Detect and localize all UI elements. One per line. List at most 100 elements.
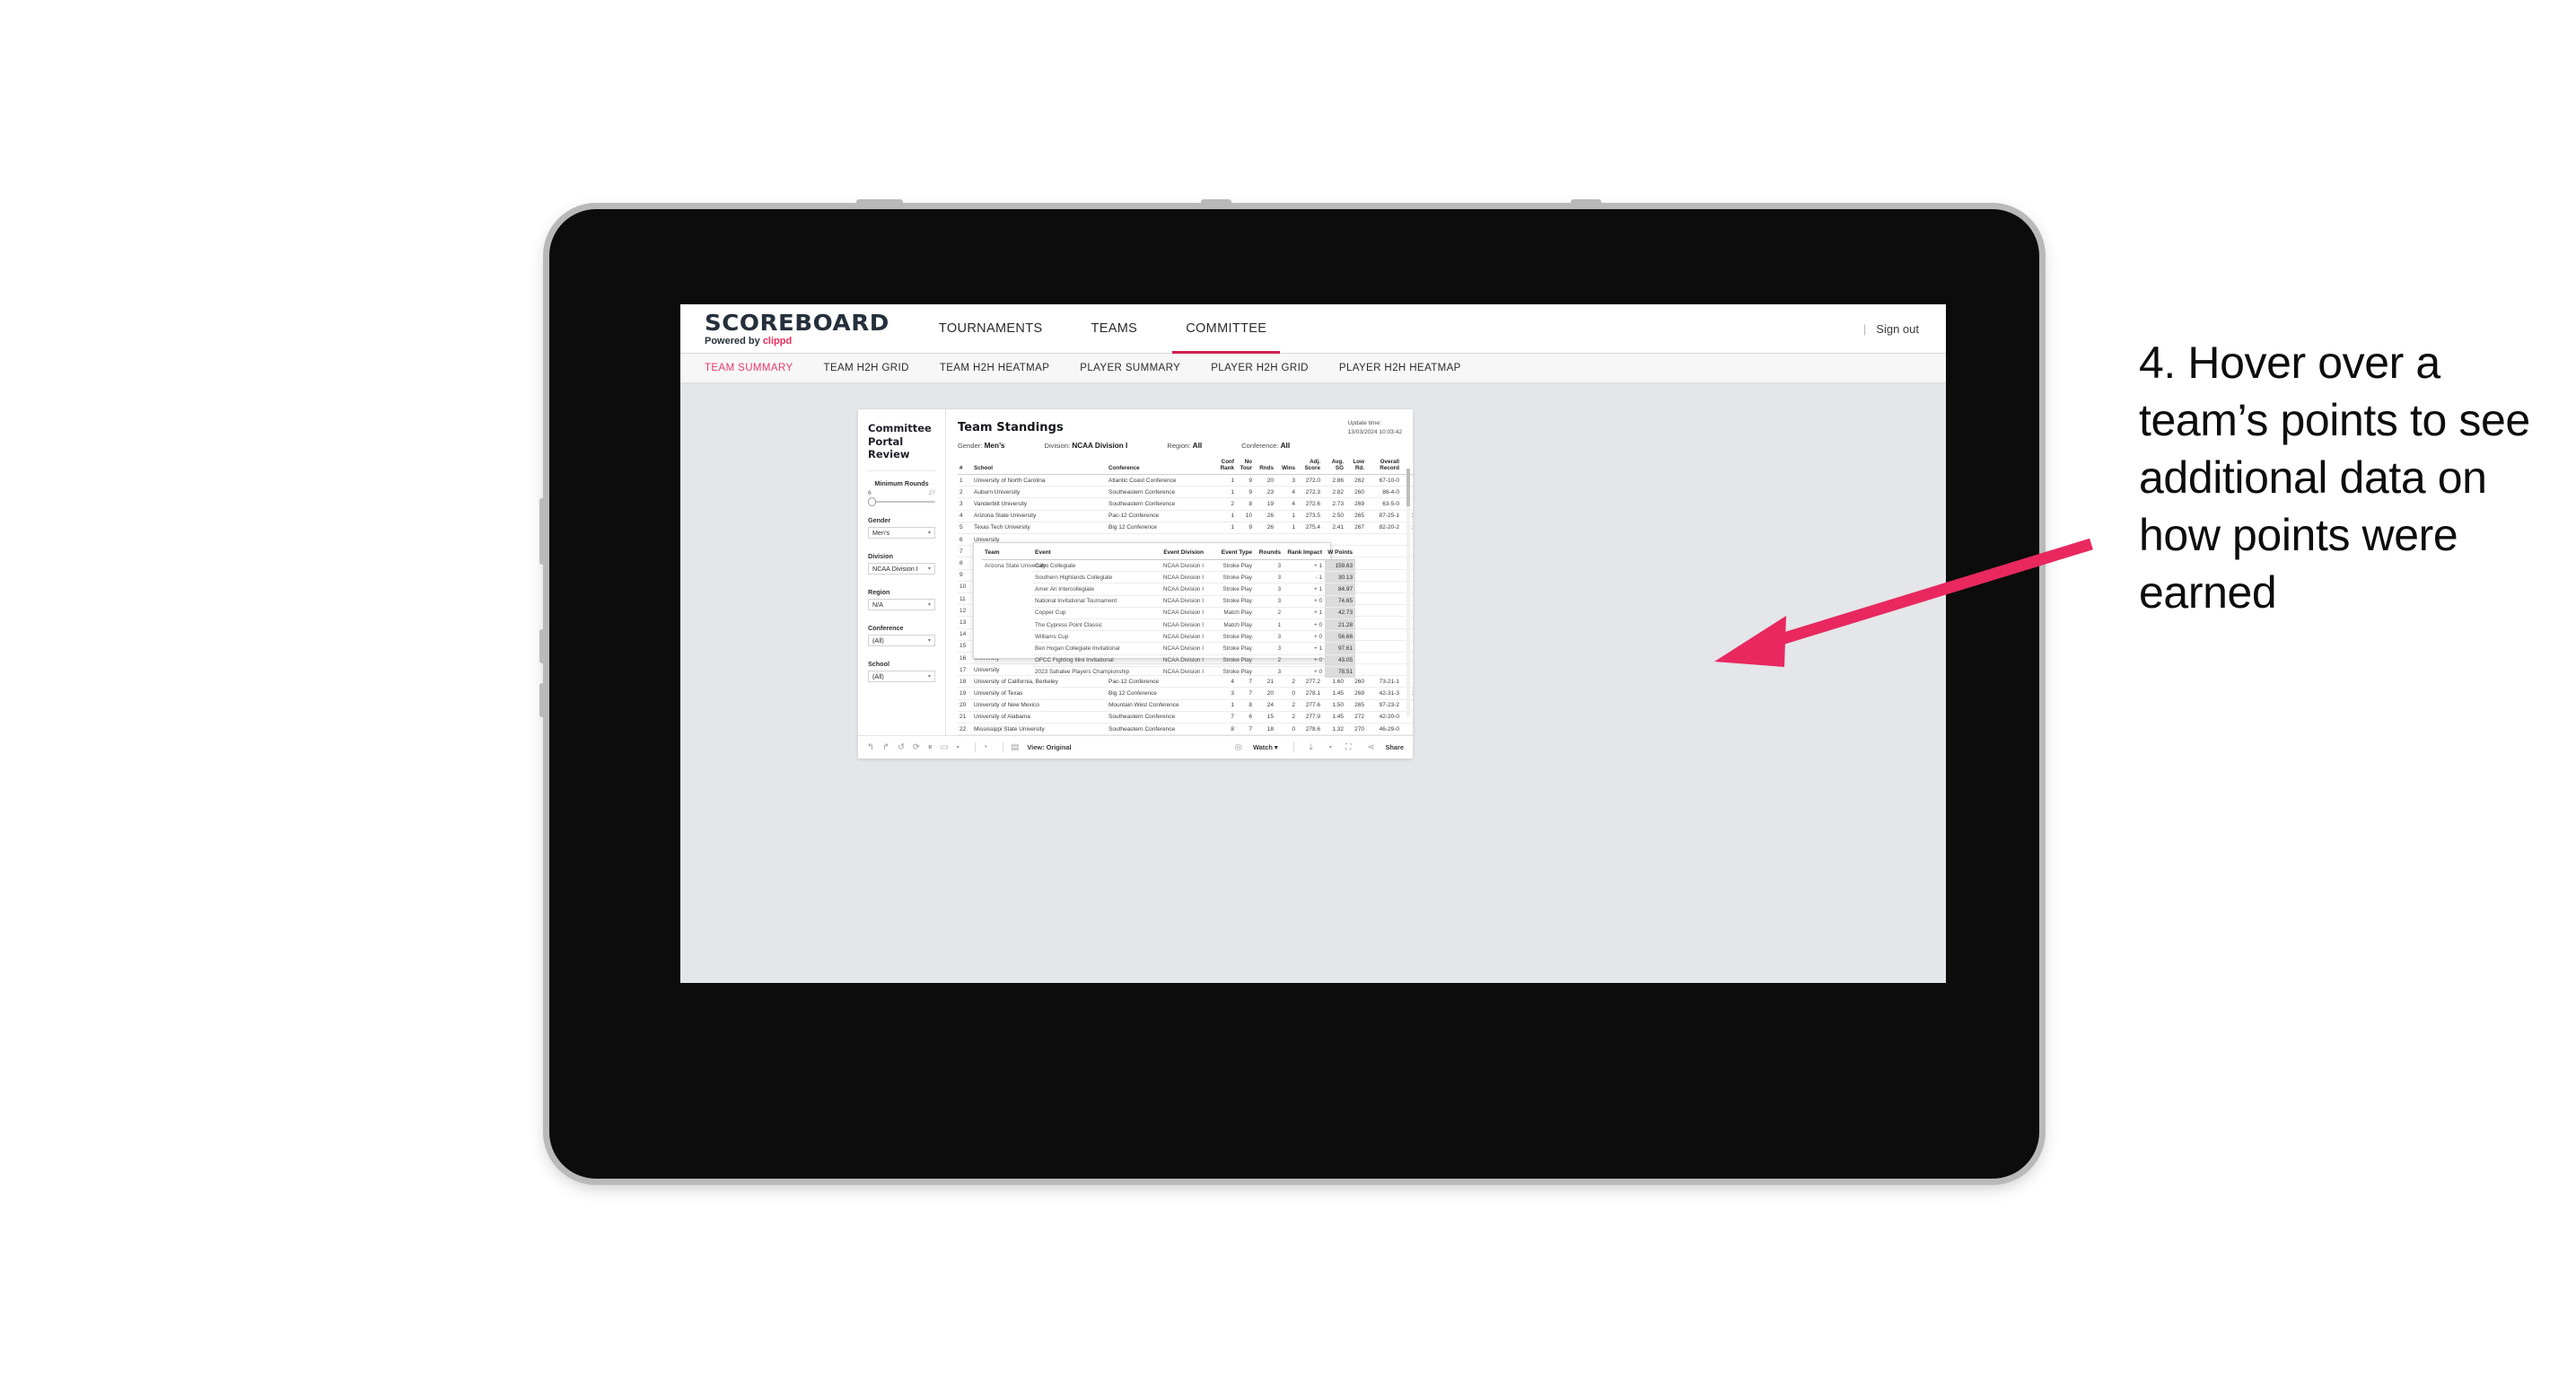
table-row[interactable]: 20 University of New Mexico Mountain West …	[958, 699, 1413, 712]
table-header-wins[interactable]: Wins	[1275, 459, 1297, 476]
table-header-adj-score[interactable]: Adj. Score	[1297, 459, 1322, 476]
tab-player-summary[interactable]: PLAYER SUMMARY	[1080, 363, 1180, 373]
table-cell[interactable]: 9	[1236, 486, 1254, 499]
table-cell[interactable]	[1366, 592, 1401, 606]
table-row[interactable]: 5 Texas Tech University Big 12 Conference 1…	[958, 522, 1413, 535]
table-cell[interactable]: 20	[1254, 474, 1275, 487]
table-cell[interactable]: Atlantic Coast Conference	[1107, 474, 1216, 487]
table-cell[interactable]: 1.50	[1322, 699, 1345, 712]
scrollbar-thumb[interactable]	[1406, 469, 1410, 506]
table-cell[interactable]: 63-5-0	[1366, 497, 1401, 511]
table-cell[interactable]: 82-20-2	[1366, 522, 1401, 535]
table-cell[interactable]: 2.41	[1322, 522, 1345, 535]
table-cell[interactable]: 22	[958, 723, 972, 736]
table-cell[interactable]	[1366, 533, 1401, 547]
table-cell[interactable]: University of North Carolina	[972, 474, 1107, 487]
table-cell[interactable]: 19	[958, 687, 972, 700]
table-cell[interactable]: 42-20-0	[1366, 711, 1401, 724]
nav-committee[interactable]: COMMITTEE	[1161, 304, 1291, 354]
table-cell[interactable]: 272.3	[1297, 486, 1322, 499]
table-cell[interactable]: Southeastern Conference	[1107, 723, 1216, 736]
table-cell[interactable]	[1366, 569, 1401, 582]
table-cell[interactable]	[1366, 616, 1401, 629]
table-cell[interactable]: 13	[958, 616, 972, 629]
table-cell[interactable]: 24	[1254, 699, 1275, 712]
table-cell[interactable]: 2.82	[1322, 486, 1345, 499]
table-cell[interactable]: 2	[958, 486, 972, 499]
table-header-low-rd[interactable]: Low Rd.	[1345, 459, 1366, 476]
table-header-overall-record[interactable]: Overall Record	[1366, 459, 1401, 476]
table-cell[interactable]: 275.4	[1297, 522, 1322, 535]
share-icon[interactable]: ⋖	[1367, 743, 1374, 752]
table-cell[interactable]: 15	[1254, 711, 1275, 724]
table-header-school[interactable]: School	[972, 459, 1107, 476]
table-cell[interactable]: 4	[1275, 486, 1297, 499]
table-cell[interactable]: 15	[958, 640, 972, 653]
table-cell[interactable]: Southeastern Conference	[1107, 711, 1216, 724]
table-cell[interactable]: 272	[1345, 711, 1366, 724]
table-cell[interactable]: 10	[1236, 510, 1254, 522]
table-cell[interactable]: 67-10-0	[1366, 474, 1401, 487]
watch-button[interactable]: Watch ▾	[1253, 743, 1278, 751]
region-select[interactable]: N/A ▾	[868, 599, 935, 611]
table-cell[interactable]	[1366, 545, 1401, 558]
table-header-no-tour[interactable]: No Tour	[1236, 459, 1254, 476]
table-cell[interactable]: 4	[1275, 497, 1297, 511]
table-cell[interactable]: University of Alabama	[972, 711, 1107, 724]
table-cell[interactable]: 269	[1345, 497, 1366, 511]
table-cell[interactable]: 0	[1275, 723, 1297, 736]
table-cell[interactable]: Vanderbilt University	[972, 497, 1107, 511]
table-cell[interactable]: Southeastern Conference	[1107, 497, 1216, 511]
table-cell[interactable]: 277.6	[1297, 699, 1322, 712]
download-icon[interactable]: ⤓	[1310, 743, 1313, 752]
sign-out-link[interactable]: Sign out	[1876, 322, 1919, 336]
nav-teams[interactable]: TEAMS	[1066, 304, 1161, 354]
tab-team-h2h-grid[interactable]: TEAM H2H GRID	[824, 363, 909, 373]
table-cell[interactable]: 8	[1236, 699, 1254, 712]
table-cell[interactable]: 8	[958, 557, 972, 570]
table-cell[interactable]: 278.1	[1297, 687, 1322, 700]
table-cell[interactable]: 1.32	[1322, 723, 1345, 736]
table-cell[interactable]: 42-31-3	[1366, 687, 1401, 700]
device-layout-icon[interactable]: ▭	[941, 743, 949, 752]
table-row[interactable]: 4 Arizona State University Pac-12 Conferen…	[958, 510, 1413, 522]
table-cell[interactable]: 20	[1254, 687, 1275, 700]
table-cell[interactable]: 18	[958, 675, 972, 689]
chevron-down-icon[interactable]: ▾	[1329, 745, 1332, 750]
table-cell[interactable]: 2.73	[1322, 497, 1345, 511]
table-cell[interactable]: 6	[958, 533, 972, 547]
table-cell[interactable]: 26	[1254, 510, 1275, 522]
table-cell[interactable]: Texas Tech University	[972, 522, 1107, 535]
tab-player-h2h-grid[interactable]: PLAYER H2H GRID	[1211, 363, 1309, 373]
table-cell[interactable]: 20	[958, 699, 972, 712]
table-cell[interactable]: 265	[1345, 510, 1366, 522]
table-cell[interactable]: 277.9	[1297, 711, 1322, 724]
conference-select[interactable]: (All) ▾	[868, 635, 935, 647]
table-cell[interactable]: 267	[1345, 522, 1366, 535]
table-cell[interactable]	[1366, 640, 1401, 653]
table-cell[interactable]: 7	[1236, 723, 1254, 736]
table-cell[interactable]: 17	[958, 663, 972, 677]
table-cell[interactable]	[1366, 557, 1401, 570]
table-cell[interactable]: 46-29-0	[1366, 723, 1401, 736]
table-cell[interactable]: 265	[1345, 699, 1366, 712]
table-header-avg-sg[interactable]: Avg. SG	[1322, 459, 1345, 476]
table-cell[interactable]: 1	[958, 474, 972, 487]
alerts-icon[interactable]: ◔	[983, 743, 988, 752]
view-original-label[interactable]: View: Original	[1027, 743, 1071, 751]
table-cell[interactable]: 2	[1216, 497, 1236, 511]
nav-tournaments[interactable]: TOURNAMENTS	[915, 304, 1067, 354]
fullscreen-icon[interactable]: ⛶	[1345, 743, 1352, 752]
minimum-rounds-slider[interactable]	[868, 496, 935, 506]
table-cell[interactable]: 1	[1275, 522, 1297, 535]
table-row[interactable]: 22 Mississippi State University Southeaste…	[958, 723, 1413, 736]
table-cell[interactable]: 12	[958, 604, 972, 618]
table-cell[interactable]: 2.86	[1322, 474, 1345, 487]
table-cell[interactable]: Mississippi State University	[972, 723, 1107, 736]
table-cell[interactable]	[1366, 581, 1401, 593]
table-cell[interactable]: 23	[1254, 486, 1275, 499]
gender-select[interactable]: Men’s ▾	[868, 527, 935, 539]
table-cell[interactable]: 6	[1236, 711, 1254, 724]
table-cell[interactable]: 269	[1345, 687, 1366, 700]
app-logo[interactable]: SCOREBOARD Powered by clippd	[680, 311, 915, 346]
